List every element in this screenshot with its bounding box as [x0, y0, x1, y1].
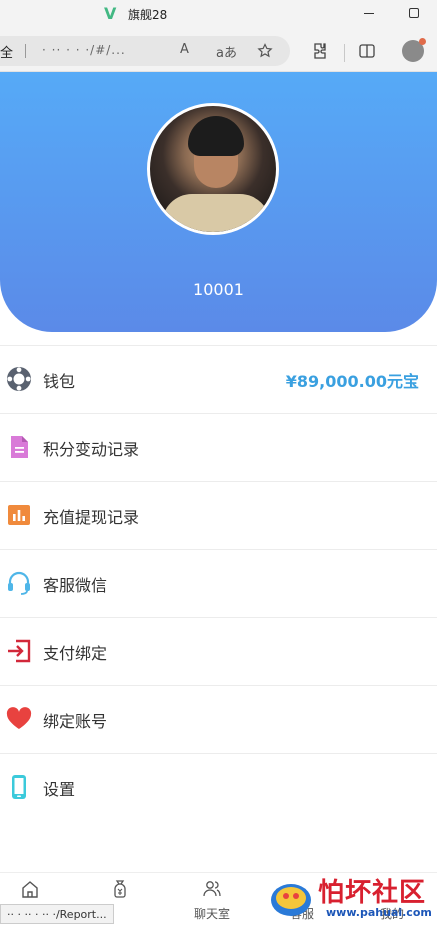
address-separator	[25, 44, 26, 58]
extensions-icon[interactable]	[311, 42, 329, 60]
headset-icon	[8, 571, 30, 595]
maximize-button[interactable]	[409, 8, 419, 18]
browser-toolbar: 全 · ·· · · ·/#/... A aあ	[0, 28, 437, 72]
bar-chart-icon	[8, 505, 30, 525]
browser-profile-avatar[interactable]	[402, 38, 426, 62]
security-label[interactable]: 全	[0, 42, 13, 61]
menu-item-label: 支付绑定	[43, 644, 108, 663]
wallet-balance: ¥89,000.00元宝	[285, 372, 419, 391]
username: 10001	[193, 280, 244, 299]
toolbar-divider	[344, 44, 345, 62]
menu-item-payment-binding[interactable]: 支付绑定	[0, 617, 437, 685]
menu-item-label: 钱包	[43, 372, 76, 391]
menu-item-settings[interactable]: 设置	[0, 753, 437, 821]
menu-item-label: 绑定账号	[43, 712, 108, 731]
watermark-logo-icon	[271, 884, 311, 916]
menu-item-customer-service[interactable]: 客服微信	[0, 549, 437, 617]
nav-chatroom[interactable]: 聊天室	[172, 873, 252, 926]
vue-logo-icon: V	[104, 4, 117, 23]
menu-item-label: 设置	[43, 780, 76, 799]
translate-icon[interactable]: aあ	[216, 42, 237, 61]
money-bag-icon	[114, 880, 126, 898]
window-title: 旗舰28	[128, 8, 168, 22]
nav-label: 聊天室	[193, 907, 230, 921]
menu-item-label: 客服微信	[43, 576, 108, 595]
phone-icon	[12, 775, 26, 799]
menu-item-recharge-history[interactable]: 充值提现记录	[0, 481, 437, 549]
window-title-bar: V 旗舰28	[0, 0, 437, 28]
split-screen-icon[interactable]	[358, 42, 376, 60]
document-icon	[11, 436, 28, 458]
lifebuoy-icon	[7, 367, 31, 391]
url-text[interactable]: · ·· · · ·/#/...	[42, 43, 126, 57]
avatar-shirt	[162, 194, 270, 232]
menu-item-label: 充值提现记录	[43, 508, 140, 527]
watermark-title: 怕坏社区	[318, 878, 427, 908]
watermark-url: www.pahuai.com	[326, 906, 432, 919]
favorite-star-icon[interactable]	[257, 43, 273, 59]
menu-item-wallet[interactable]: 钱包 ¥89,000.00元宝	[0, 345, 437, 413]
heart-icon	[6, 707, 32, 729]
avatar-hair	[188, 116, 244, 156]
watermark: 怕坏社区 www.pahuai.com	[268, 870, 437, 926]
users-icon	[203, 881, 221, 897]
status-bar-url: ·· · ·· · ·· ·/Report...	[0, 904, 114, 924]
address-bar[interactable]: 全 · ·· · · ·/#/... A aあ	[0, 36, 290, 66]
menu-item-points-history[interactable]: 积分变动记录	[0, 413, 437, 481]
read-aloud-icon[interactable]: A	[180, 42, 189, 57]
menu-item-bind-account[interactable]: 绑定账号	[0, 685, 437, 753]
login-icon	[8, 639, 31, 663]
menu-item-label: 积分变动记录	[43, 440, 140, 459]
home-icon	[22, 881, 38, 898]
avatar[interactable]	[147, 103, 279, 235]
minimize-button[interactable]	[364, 13, 374, 14]
